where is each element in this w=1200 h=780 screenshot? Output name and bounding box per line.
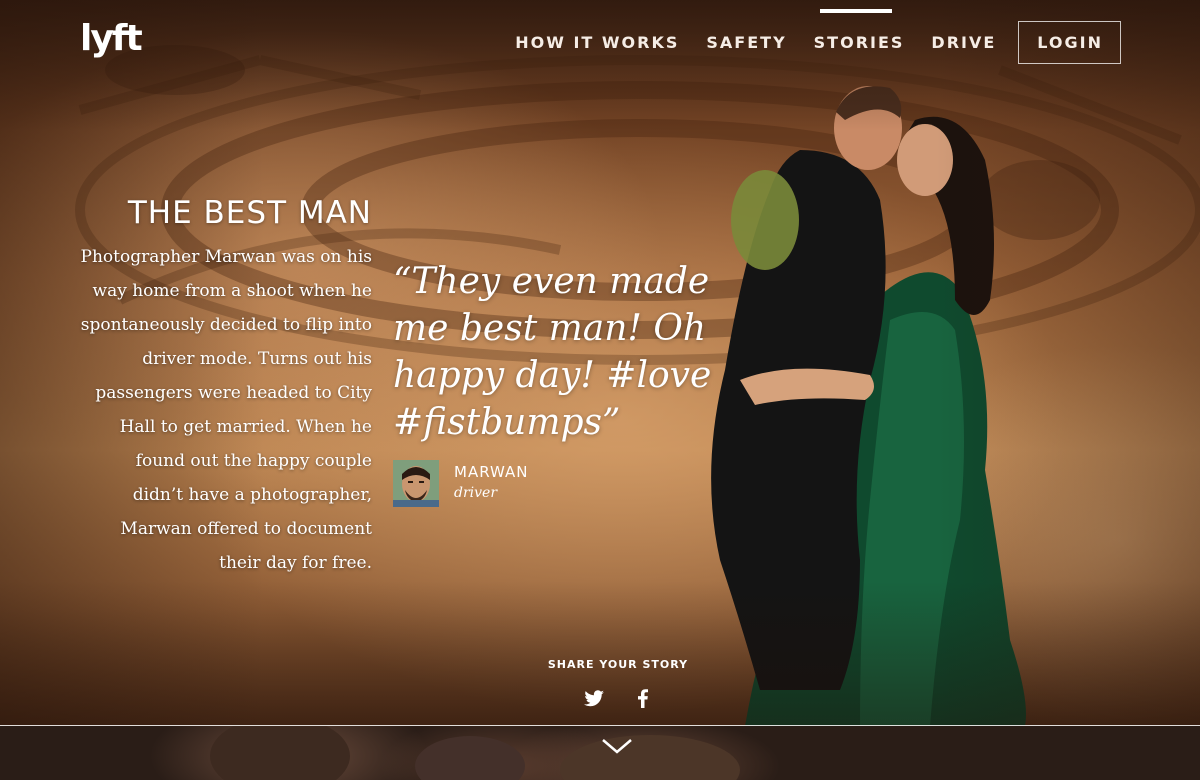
nav-how-it-works[interactable]: HOW IT WORKS [515,33,679,52]
author-name: MARWAN [454,463,529,481]
main-nav: HOW IT WORKS SAFETY STORIES DRIVE LOGIN [488,8,1121,64]
login-button[interactable]: LOGIN [1018,20,1121,64]
quote-author: MARWAN driver [393,460,529,507]
story-body: Photographer Marwan was on his way home … [80,247,372,573]
chevron-down-icon[interactable] [600,736,634,758]
nav-drive[interactable]: DRIVE [931,33,996,52]
share-label: SHARE YOUR STORY [547,658,689,671]
story-title: THE BEST MAN [127,195,372,231]
nav-stories[interactable]: STORIES [814,8,905,52]
twitter-icon[interactable] [582,686,606,710]
story-quote: “They even made me best man! Oh happy da… [393,261,712,443]
author-avatar [393,460,439,507]
author-role: driver [454,485,498,501]
share-icons [582,686,655,710]
logo-text: lyft [80,18,142,59]
lyft-logo-icon[interactable]: lyft [80,16,146,66]
nav-safety[interactable]: SAFETY [706,33,786,52]
facebook-icon[interactable] [631,686,655,710]
